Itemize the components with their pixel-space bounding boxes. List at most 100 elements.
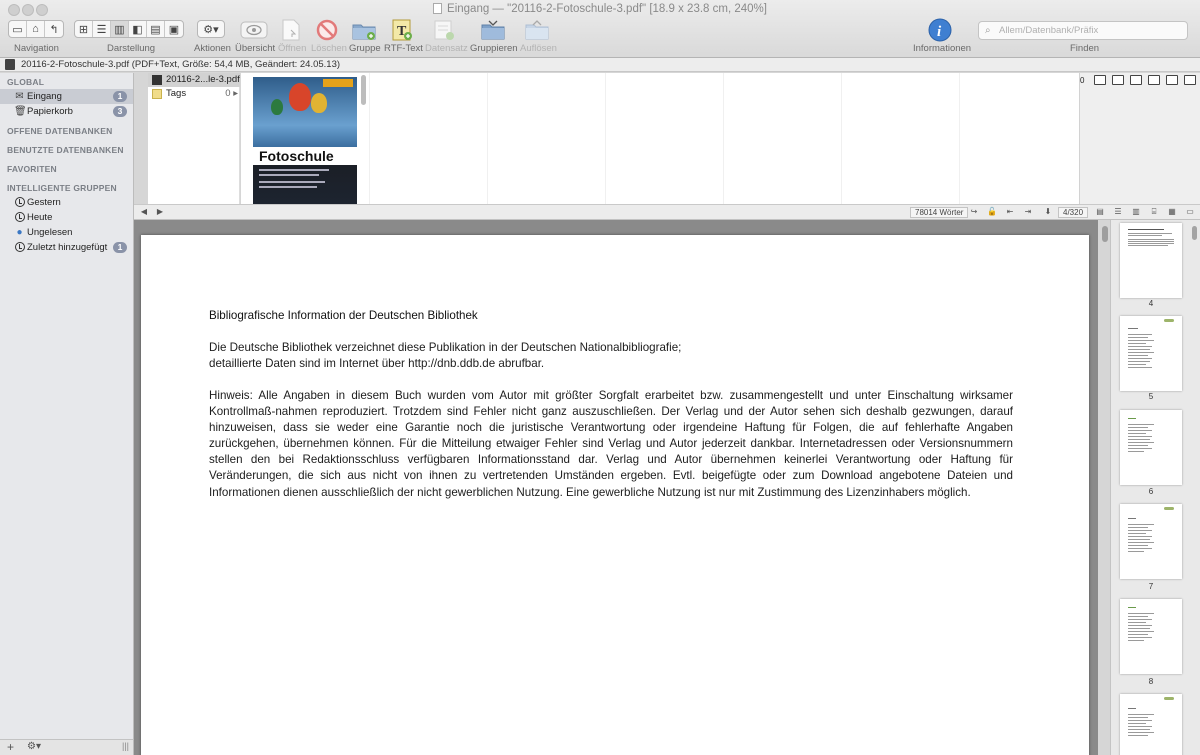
view-vertical-split-icon[interactable]: ▤ [147, 21, 165, 37]
tag-folder-icon [152, 89, 162, 99]
expand-icon[interactable] [1184, 75, 1196, 85]
sidebar-item-heute[interactable]: Heute [0, 210, 133, 225]
sidebar-item-ungelesen[interactable]: ● Ungelesen [0, 225, 133, 240]
open-button[interactable] [281, 18, 301, 42]
page-thumbnail[interactable] [1120, 599, 1182, 674]
new-record-button[interactable] [432, 18, 456, 42]
next-arrow-icon[interactable]: ▶ [152, 205, 168, 219]
overview-button[interactable] [240, 18, 268, 42]
sidebar-header-benutzte[interactable]: BENUTZTE DATENBANKEN [7, 145, 124, 155]
document-list-icon[interactable]: ☰ [1110, 205, 1126, 219]
table-icon[interactable]: ▦ [1164, 205, 1180, 219]
sidebar-header-intelligente[interactable]: INTELLIGENTE GRUPPEN [7, 183, 117, 193]
sidebar-item-eingang[interactable]: ✉ Eingang 1 [0, 89, 133, 104]
sidebar-item-label: Zuletzt hinzugefügt [27, 242, 108, 253]
fit-height-icon[interactable]: ⇥ [1020, 205, 1036, 219]
unlock-icon[interactable]: 🔓 [984, 205, 1000, 219]
pdf-file-icon [5, 59, 15, 70]
sidebar-badge: 3 [113, 106, 127, 117]
page-thumbnail[interactable] [1120, 694, 1182, 755]
list-item[interactable]: 20116-2...le-3.pdf [148, 73, 240, 87]
sidebar-header-offene[interactable]: OFFENE DATENBANKEN [7, 126, 112, 136]
resize-handle-icon[interactable]: ||| [122, 741, 129, 751]
info-button[interactable]: i [928, 18, 952, 42]
thumbnail-sidebar: 4 5 6 7 8 [1110, 220, 1200, 755]
home-icon[interactable]: ⌂ [27, 21, 45, 37]
document-open-icon [282, 19, 300, 41]
aktionen-label: Aktionen [194, 43, 231, 54]
path-bar: 20116-2-Fotoschule-3.pdf (PDF+Text, Größ… [0, 58, 1200, 72]
file-name: 20116-2...le-3.pdf [166, 74, 240, 85]
gear-menu-icon[interactable]: ⚙▾ [27, 741, 41, 752]
disclaimer-paragraph: Hinweis: Alle Angaben in diesem Buch wur… [209, 389, 1013, 499]
page-thumbnail[interactable] [1120, 316, 1182, 391]
back-up-icon[interactable]: ↰ [45, 21, 63, 37]
sidebar-item-papierkorb[interactable]: 🗑 Papierkorb 3 [0, 104, 133, 119]
page-thumbnail[interactable] [1120, 223, 1182, 298]
new-rtf-button[interactable]: T [390, 18, 414, 42]
page-preview-strip: Fotoschule [241, 73, 1079, 204]
sidebar-toggle-icon[interactable]: ▭ [9, 21, 27, 37]
delete-button[interactable] [315, 18, 339, 42]
search-input[interactable]: ⌕ Allem/Datenbank/Präfix [978, 21, 1188, 40]
view-preview-icon[interactable]: ▣ [165, 21, 183, 37]
add-document-icon[interactable] [1094, 75, 1106, 85]
sidebar-header-favoriten[interactable]: FAVORITEN [7, 164, 57, 174]
add-icon[interactable]: + [7, 740, 14, 754]
view-icons-icon[interactable]: ⊞ [75, 21, 93, 37]
document-list-icon[interactable] [1112, 75, 1124, 85]
preview-column [723, 73, 724, 204]
actions-menu-button[interactable]: ⚙▾ [197, 20, 225, 38]
right-panel-toolbar: 0 [1080, 73, 1200, 87]
view-list-icon[interactable]: ☰ [93, 21, 111, 37]
sidebar-item-zuletzt[interactable]: Zuletzt hinzugefügt 1 [0, 240, 133, 255]
share-icon[interactable]: ↪ [966, 205, 982, 219]
table-icon[interactable] [1166, 75, 1178, 85]
paragraph-line: Die Deutsche Bibliothek verzeichnet dies… [209, 341, 682, 354]
add-document-icon[interactable]: ▤ [1092, 205, 1108, 219]
expand-icon[interactable]: ▭ [1182, 205, 1198, 219]
finden-label: Finden [1070, 43, 1100, 54]
columns-icon[interactable]: ▥ [1128, 205, 1144, 219]
page-thumbnail[interactable] [1120, 410, 1182, 485]
book-cover-image[interactable]: Fotoschule [253, 77, 357, 204]
prohibited-icon [316, 19, 338, 41]
right-panel-count: 0 [1080, 75, 1085, 85]
previous-arrow-icon[interactable]: ◀ [136, 205, 152, 219]
ungroup-button[interactable] [524, 18, 550, 42]
page-heading: Bibliografische Information der Deutsche… [209, 309, 478, 322]
trash-icon: 🗑 [14, 106, 27, 117]
archive-icon[interactable] [1148, 75, 1160, 85]
columns-icon[interactable] [1130, 75, 1142, 85]
file-info-text: 20116-2-Fotoschule-3.pdf (PDF+Text, Größ… [21, 59, 341, 70]
document-toolbar: ◀ ▶ 78014 Wörter ↪ 🔓 ⇤ ⇥ ⬇ 4/320 ▤ ☰ ▥ ⌸… [134, 204, 1200, 220]
thumbnail-page-number: 6 [1148, 487, 1154, 496]
folder-add-icon [352, 24, 376, 40]
thumbnail-scrollbar[interactable] [1192, 226, 1197, 240]
page-thumbnail[interactable] [1120, 504, 1182, 579]
preview-column [841, 73, 842, 204]
archive-icon[interactable]: ⌸ [1146, 205, 1162, 219]
gruppe-label: Gruppe [349, 43, 381, 54]
new-group-button[interactable] [351, 18, 377, 42]
view-split-icon[interactable]: ◧ [129, 21, 147, 37]
clock-icon [14, 242, 25, 253]
sidebar-item-gestern[interactable]: Gestern [0, 195, 133, 210]
download-icon[interactable]: ⬇ [1040, 205, 1056, 219]
sidebar-item-label: Papierkorb [27, 106, 73, 117]
uebersicht-label: Übersicht [235, 43, 276, 54]
document-scrollbar[interactable] [1102, 226, 1108, 242]
record-sheet-icon [434, 20, 454, 40]
sidebar-item-label: Eingang [27, 91, 62, 102]
inbox-icon: ✉ [15, 91, 24, 102]
view-columns-icon[interactable]: ▥ [111, 21, 129, 37]
sidebar-item-label: Ungelesen [27, 227, 73, 238]
sidebar-bottom-bar: + ⚙▾ ||| [0, 739, 134, 755]
list-item[interactable]: Tags 0 ▸ [148, 87, 240, 101]
page-indicator[interactable]: 4/320 [1058, 207, 1089, 218]
window-title: Eingang — "20116-2-Fotoschule-3.pdf" [18… [447, 3, 767, 15]
group-items-button[interactable] [480, 18, 506, 42]
strip-scrollbar[interactable] [361, 75, 366, 105]
file-list: 20116-2...le-3.pdf Tags 0 ▸ [148, 73, 240, 204]
fit-width-icon[interactable]: ⇤ [1002, 205, 1018, 219]
